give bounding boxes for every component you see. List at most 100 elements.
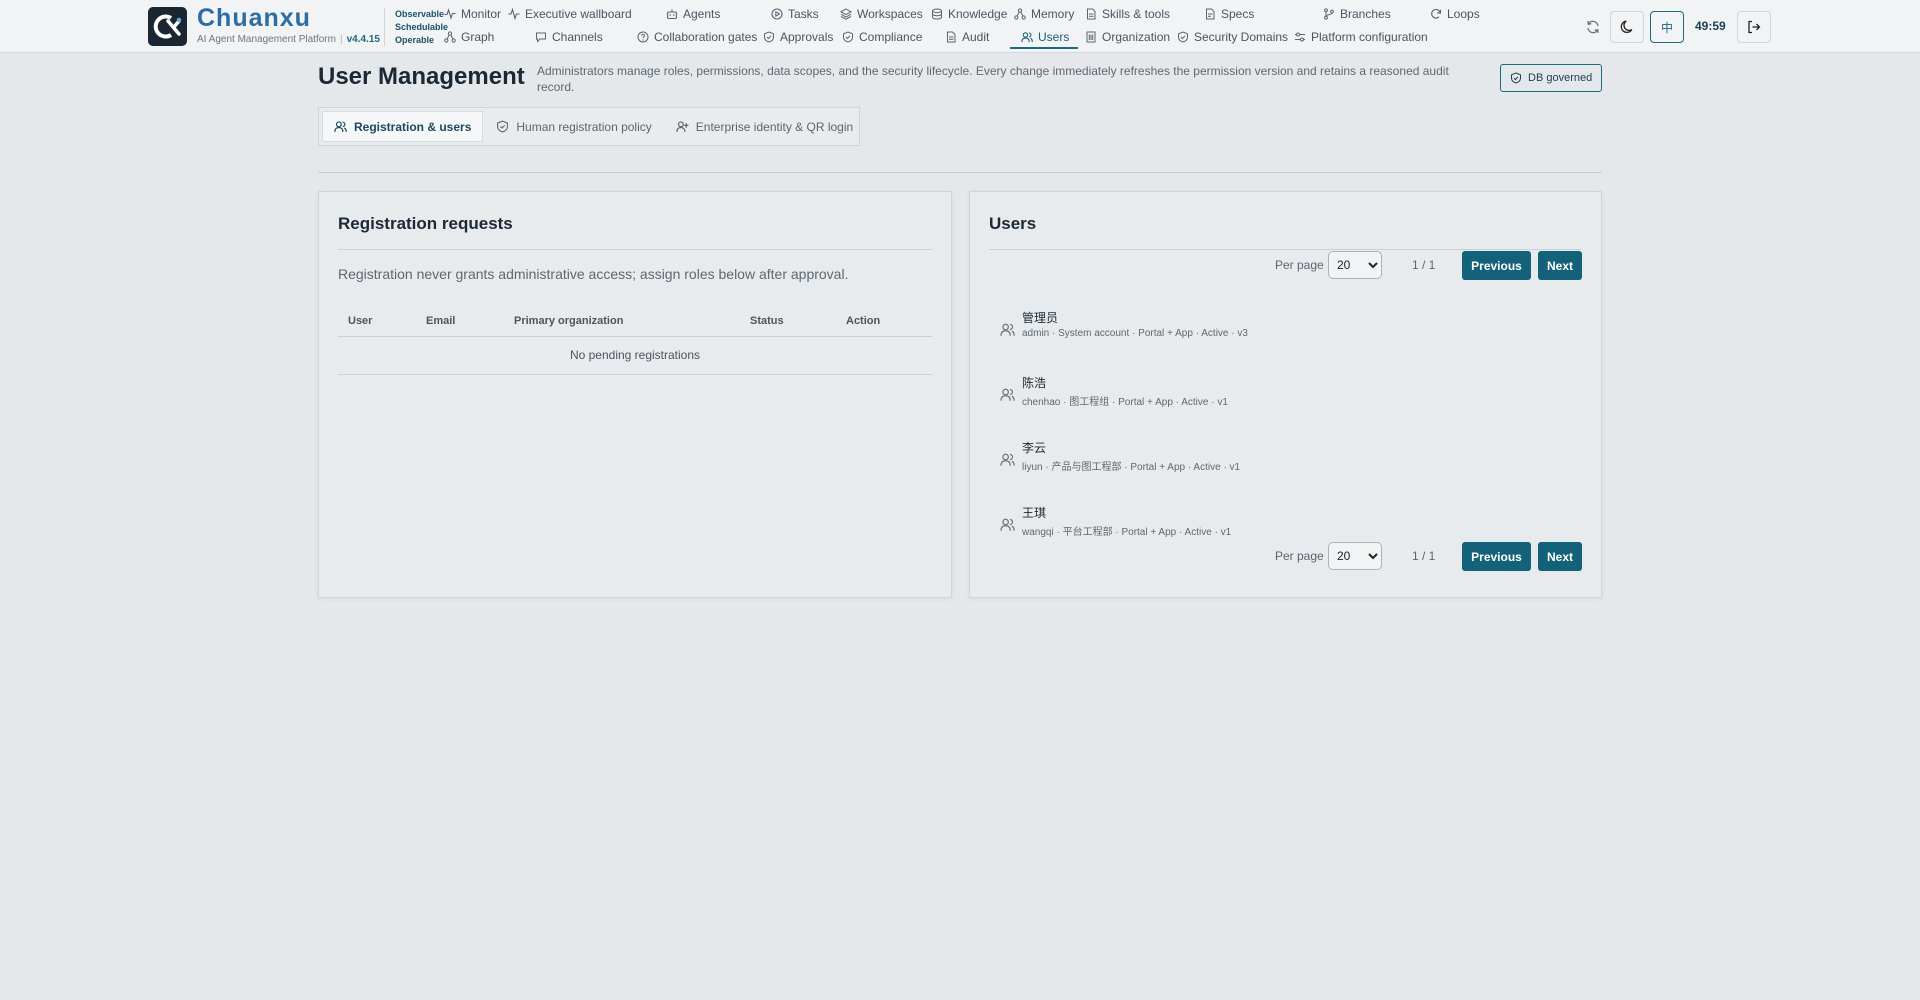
user-icon bbox=[1000, 388, 1015, 401]
page-title: User Management bbox=[318, 63, 525, 90]
nav-label: Security Domains bbox=[1194, 30, 1289, 44]
per-page-label: Per page bbox=[1275, 258, 1324, 272]
previous-page-button[interactable]: Previous bbox=[1462, 251, 1531, 280]
column-header-action: Action bbox=[836, 306, 932, 337]
user-icon bbox=[1000, 453, 1015, 466]
nav-users[interactable]: Users bbox=[1021, 28, 1069, 46]
nav-branches[interactable]: Branches bbox=[1323, 5, 1391, 23]
next-page-button[interactable]: Next bbox=[1538, 542, 1582, 571]
database-icon bbox=[932, 8, 942, 20]
nav-agents[interactable]: Agents bbox=[666, 5, 720, 23]
user-plus-icon bbox=[676, 121, 689, 132]
nav-memory[interactable]: Memory bbox=[1014, 5, 1074, 23]
nav-specs[interactable]: Specs bbox=[1204, 5, 1254, 23]
nav-label: Agents bbox=[683, 7, 721, 21]
table-row: No pending registrations bbox=[338, 336, 932, 375]
spec-document-icon bbox=[1206, 8, 1215, 20]
nodes-icon bbox=[1014, 8, 1026, 20]
layers-icon bbox=[840, 8, 852, 20]
shield-check-icon bbox=[497, 120, 509, 133]
theme-toggle-button[interactable] bbox=[1610, 11, 1644, 43]
previous-page-button[interactable]: Previous bbox=[1462, 542, 1531, 571]
top-navigation-bar: Chuanxu AI Agent Management Platform | v4.… bbox=[0, 0, 1920, 53]
activity-icon bbox=[444, 8, 456, 20]
panel-divider bbox=[338, 249, 932, 250]
nav-label: Knowledge bbox=[948, 7, 1008, 21]
nav-tasks[interactable]: Tasks bbox=[771, 5, 819, 23]
refresh-button[interactable] bbox=[1576, 11, 1610, 43]
language-switch-button[interactable]: 中 bbox=[1650, 11, 1684, 43]
nav-security-domains[interactable]: Security Domains bbox=[1177, 28, 1288, 46]
users-icon bbox=[1021, 32, 1033, 43]
brand-subtitle: AI Agent Management Platform | v4.4.15 bbox=[197, 34, 380, 45]
tab-human-registration-policy[interactable]: Human registration policy bbox=[485, 111, 662, 142]
document-icon bbox=[1087, 8, 1096, 20]
per-page-select[interactable]: 20 bbox=[1328, 542, 1382, 570]
user-meta: wangqi · 平台工程部 · Portal + App · Active ·… bbox=[1022, 527, 1232, 538]
nav-loops[interactable]: Loops bbox=[1430, 5, 1480, 23]
nav-label: Specs bbox=[1221, 7, 1255, 21]
nav-label: Audit bbox=[962, 30, 990, 44]
column-header-email: Email bbox=[416, 306, 504, 337]
shield-check-icon bbox=[1511, 72, 1521, 84]
shield-check-icon bbox=[764, 31, 774, 43]
registration-requests-panel: Registration requests Registration never… bbox=[318, 191, 952, 598]
git-branch-icon bbox=[1324, 8, 1334, 20]
message-icon bbox=[536, 32, 546, 43]
nav-audit[interactable]: Audit bbox=[945, 28, 989, 46]
motto-line: Observable bbox=[395, 9, 445, 19]
tab-registration-users[interactable]: Registration & users bbox=[322, 111, 484, 142]
platform-motto: Observable Schedulable Operable bbox=[395, 8, 448, 47]
nav-knowledge[interactable]: Knowledge bbox=[931, 5, 1007, 23]
version-label: v4.4.15 bbox=[346, 34, 380, 45]
building-icon bbox=[1086, 31, 1096, 43]
user-meta: admin · System account · Portal + App · … bbox=[1022, 328, 1248, 339]
help-circle-icon bbox=[637, 31, 649, 43]
nav-label: Platform configuration bbox=[1311, 30, 1428, 44]
shield-check-icon bbox=[843, 31, 853, 43]
nav-platform-configuration[interactable]: Platform configuration bbox=[1294, 28, 1428, 46]
tab-label: Registration & users bbox=[354, 119, 472, 134]
registration-table: User Email Primary organization Status A… bbox=[338, 306, 932, 375]
sliders-icon bbox=[1295, 32, 1305, 42]
user-meta: chenhao · 图工程组 · Portal + App · Active ·… bbox=[1022, 397, 1228, 408]
per-page-label: Per page bbox=[1275, 549, 1324, 563]
nav-skills-tools[interactable]: Skills & tools bbox=[1085, 5, 1170, 23]
brand-name: Chuanxu bbox=[197, 4, 311, 32]
per-page-select[interactable]: 20 bbox=[1328, 251, 1382, 279]
nav-label: Branches bbox=[1340, 7, 1391, 21]
nav-channels[interactable]: Channels bbox=[535, 28, 603, 46]
nav-label: Loops bbox=[1447, 7, 1480, 21]
nav-graph[interactable]: Graph bbox=[444, 28, 494, 46]
table-header-row: User Email Primary organization Status A… bbox=[338, 306, 932, 337]
tab-enterprise-identity[interactable]: Enterprise identity & QR login bbox=[665, 111, 864, 142]
audit-document-icon bbox=[947, 31, 956, 43]
play-circle-icon bbox=[771, 8, 783, 20]
panel-title: Users bbox=[989, 214, 1037, 233]
user-name: 王琪 bbox=[1022, 506, 1047, 520]
next-page-button[interactable]: Next bbox=[1538, 251, 1582, 280]
nav-collaboration-gates[interactable]: Collaboration gates bbox=[637, 28, 757, 46]
section-divider bbox=[318, 172, 1602, 173]
nav-organization[interactable]: Organization bbox=[1085, 28, 1170, 46]
nav-workspaces[interactable]: Workspaces bbox=[840, 5, 923, 23]
nav-label: Skills & tools bbox=[1102, 7, 1171, 21]
nav-label: Channels bbox=[552, 30, 603, 44]
header-divider bbox=[384, 8, 385, 46]
pagination-bottom: Per page 20 1 / 1 Previous Next bbox=[970, 542, 1601, 571]
nav-label: Organization bbox=[1102, 30, 1171, 44]
nav-label: Workspaces bbox=[857, 7, 923, 21]
nav-label: Tasks bbox=[788, 7, 819, 21]
users-panel: Users Per page 20 1 / 1 Previous Next 管理… bbox=[969, 191, 1602, 598]
logout-button[interactable] bbox=[1737, 11, 1771, 43]
nav-compliance[interactable]: Compliance bbox=[842, 28, 922, 46]
nav-monitor[interactable]: Monitor bbox=[444, 5, 501, 23]
logout-icon bbox=[1748, 20, 1761, 34]
nav-label: Compliance bbox=[859, 30, 923, 44]
user-icon bbox=[1000, 323, 1015, 336]
brand-logo[interactable] bbox=[148, 7, 187, 46]
nav-label: Monitor bbox=[461, 7, 502, 21]
nav-executive-wallboard[interactable]: Executive wallboard bbox=[508, 5, 632, 23]
graph-icon bbox=[444, 31, 456, 43]
nav-approvals[interactable]: Approvals bbox=[763, 28, 833, 46]
